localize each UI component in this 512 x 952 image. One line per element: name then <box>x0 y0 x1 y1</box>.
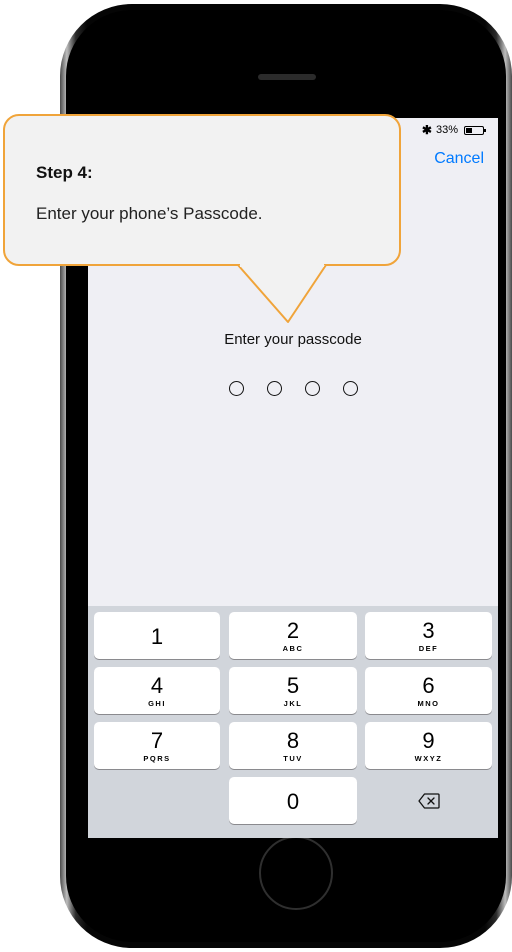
battery-icon <box>464 125 486 135</box>
battery-fill <box>466 127 472 133</box>
key-2[interactable]: 2 ABC <box>229 612 357 659</box>
delete-button[interactable] <box>365 777 492 824</box>
key-8[interactable]: 8 TUV <box>229 722 357 769</box>
passcode-dot <box>228 381 244 396</box>
key-number: 4 <box>150 673 164 698</box>
status-right: ✱ 33% <box>421 123 486 137</box>
speaker-grille <box>258 74 316 80</box>
key-6[interactable]: 6 MNO <box>365 667 492 714</box>
keypad-blank <box>94 777 220 824</box>
passcode-dots <box>88 381 498 396</box>
bluetooth-icon: ✱ <box>421 123 432 137</box>
key-number: 1 <box>150 624 164 649</box>
passcode-dot <box>342 381 358 396</box>
battery-percent: 33% <box>435 124 458 136</box>
passcode-dot <box>266 381 282 396</box>
callout-body: Enter your phone’s Passcode. <box>36 204 263 223</box>
key-letters: ABC <box>282 644 304 653</box>
home-button[interactable] <box>259 836 333 910</box>
key-3[interactable]: 3 DEF <box>365 612 492 659</box>
key-number: 5 <box>286 673 300 698</box>
key-number: 3 <box>422 618 435 643</box>
key-7[interactable]: 7 PQRS <box>94 722 220 769</box>
key-number: 2 <box>286 618 300 643</box>
key-0[interactable]: 0 <box>229 777 357 824</box>
key-letters: JKL <box>283 699 303 708</box>
numeric-keypad: 1 2 ABC 3 DEF 4 GHI 5 JKL 6 MNO 7 PQRS 8… <box>88 606 498 838</box>
key-5[interactable]: 5 JKL <box>229 667 357 714</box>
battery-tip <box>484 128 486 132</box>
key-letters: DEF <box>418 644 439 653</box>
backspace-icon <box>417 792 440 809</box>
key-letters: GHI <box>148 699 166 708</box>
step-callout <box>3 114 401 266</box>
passcode-dot <box>304 381 320 396</box>
key-letters: TUV <box>283 754 303 763</box>
key-number: 9 <box>422 728 435 753</box>
key-1[interactable]: 1 <box>94 612 220 659</box>
key-number: 7 <box>150 728 164 753</box>
callout-pointer <box>237 264 327 323</box>
passcode-prompt: Enter your passcode <box>224 331 362 348</box>
cancel-button[interactable]: Cancel <box>434 150 484 168</box>
key-number: 0 <box>286 789 300 814</box>
key-number: 6 <box>422 673 435 698</box>
key-letters: WXYZ <box>414 754 443 763</box>
key-number: 8 <box>286 728 300 753</box>
key-4[interactable]: 4 GHI <box>94 667 220 714</box>
key-9[interactable]: 9 WXYZ <box>365 722 492 769</box>
key-letters: MNO <box>417 699 440 708</box>
callout-title: Step 4: <box>36 163 93 182</box>
key-letters: PQRS <box>143 754 171 763</box>
